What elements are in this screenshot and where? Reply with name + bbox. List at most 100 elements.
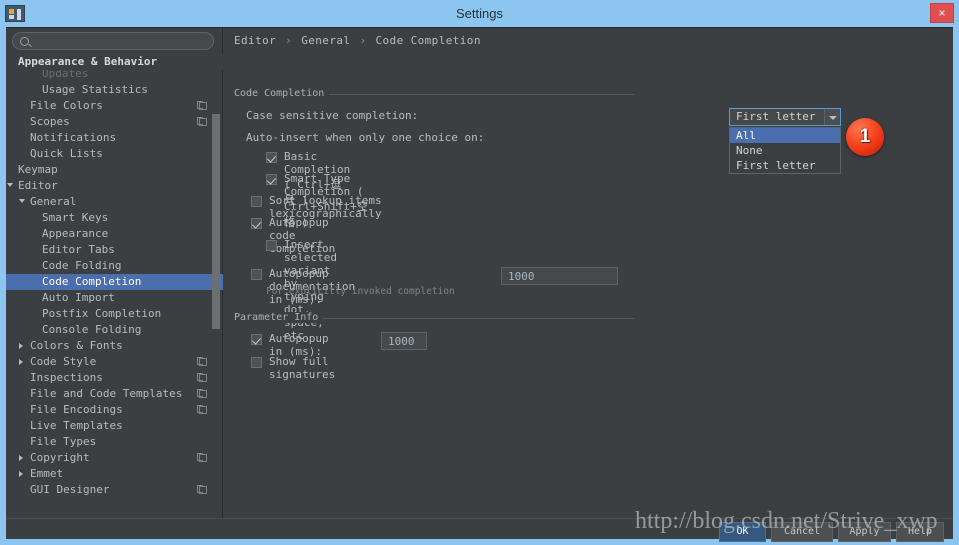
sidebar-item-smart-keys[interactable]: Smart Keys [6, 210, 223, 226]
sidebar-item-label: Code Folding [42, 258, 121, 274]
sidebar-item-label: Copyright [30, 450, 90, 466]
sidebar-item-label: File Types [30, 434, 96, 450]
sidebar-item-live-templates[interactable]: Live Templates [6, 418, 223, 434]
sidebar-item-colors-fonts[interactable]: Colors & Fonts [6, 338, 223, 354]
breadcrumb: Editor › General › Code Completion [234, 34, 481, 47]
sidebar-item-file-colors[interactable]: File Colors [6, 98, 223, 114]
parameter-autopopup-input[interactable] [381, 332, 427, 350]
sidebar-item-notifications[interactable]: Notifications [6, 130, 223, 146]
case-sensitive-combo[interactable]: First letter [729, 108, 841, 126]
breadcrumb-separator-icon: › [283, 34, 294, 47]
chevron-down-icon[interactable] [19, 199, 25, 203]
sidebar-item-code-completion[interactable]: Code Completion [6, 274, 223, 290]
parameter-autopopup-checkbox[interactable] [251, 334, 262, 345]
sidebar-item-label: Usage Statistics [42, 82, 148, 98]
sidebar-item-label: Keymap [18, 162, 58, 178]
sidebar-scrollbar[interactable] [212, 54, 220, 518]
sidebar-item-label: Editor Tabs [42, 242, 115, 258]
autopopup-doc-checkbox[interactable] [251, 269, 262, 280]
sidebar-item-general[interactable]: General [6, 194, 223, 210]
sidebar-item-appearance[interactable]: Appearance [6, 226, 223, 242]
autopopup-doc-input[interactable] [501, 267, 618, 285]
search-box[interactable] [12, 32, 214, 50]
annotation-badge-number: 1 [846, 118, 884, 156]
smart-type-completion-checkbox[interactable] [266, 174, 277, 185]
sidebar-item-gui-designer[interactable]: GUI Designer [6, 482, 223, 498]
sidebar-item-label: General [30, 194, 76, 210]
sidebar-item-label: Emmet [30, 466, 63, 482]
breadcrumb-general[interactable]: General [301, 34, 350, 47]
sidebar-item-keymap[interactable]: Keymap [6, 162, 223, 178]
breadcrumb-separator-icon: › [357, 34, 368, 47]
close-icon[interactable]: × [930, 3, 954, 23]
breadcrumb-editor[interactable]: Editor [234, 34, 276, 47]
settings-tree[interactable]: Appearance & BehaviorUpdatesUsage Statis… [6, 54, 223, 518]
sidebar-item-editor[interactable]: Editor [6, 178, 223, 194]
combo-option-all[interactable]: All [730, 128, 840, 143]
chevron-right-icon[interactable] [19, 343, 23, 349]
search-input[interactable] [35, 34, 205, 48]
annotation-badge-1: 1 [846, 118, 884, 156]
sidebar-item-label: Live Templates [30, 418, 123, 434]
copy-settings-icon[interactable] [199, 102, 207, 110]
combo-option-first-letter[interactable]: First letter [730, 158, 840, 173]
sidebar-item-code-folding[interactable]: Code Folding [6, 258, 223, 274]
sidebar-scrollbar-thumb[interactable] [212, 114, 220, 329]
case-sensitive-combo-popup[interactable]: AllNoneFirst letter [729, 127, 841, 174]
apply-button[interactable]: Apply [838, 522, 891, 542]
show-signatures-checkbox[interactable] [251, 357, 262, 368]
chevron-down-icon[interactable] [7, 183, 13, 187]
sidebar-item-label: File and Code Templates [30, 386, 182, 402]
chevron-right-icon[interactable] [19, 471, 23, 477]
autopopup-code-checkbox[interactable] [251, 218, 262, 229]
sidebar-item-console-folding[interactable]: Console Folding [6, 322, 223, 338]
insert-variant-checkbox[interactable] [266, 240, 277, 251]
chevron-down-icon[interactable] [824, 109, 840, 125]
sidebar-item-code-style[interactable]: Code Style [6, 354, 223, 370]
ok-button[interactable]: OK [719, 522, 766, 542]
group-divider [326, 94, 634, 95]
case-sensitive-label: Case sensitive completion: [246, 109, 418, 122]
autopopup-doc-hint: For explicitly invoked completion [266, 286, 455, 297]
title-bar: Settings × [0, 0, 959, 27]
sidebar-item-file-encodings[interactable]: File Encodings [6, 402, 223, 418]
sidebar-item-copyright[interactable]: Copyright [6, 450, 223, 466]
sidebar-item-appearance-behavior[interactable]: Appearance & Behavior [6, 54, 223, 70]
sidebar-item-label: Colors & Fonts [30, 338, 123, 354]
sidebar-item-usage-statistics[interactable]: Usage Statistics [6, 82, 223, 98]
chevron-right-icon[interactable] [19, 359, 23, 365]
sidebar-item-editor-tabs[interactable]: Editor Tabs [6, 242, 223, 258]
sidebar-item-postfix-completion[interactable]: Postfix Completion [6, 306, 223, 322]
sort-lookup-checkbox[interactable] [251, 196, 262, 207]
sidebar-item-file-types[interactable]: File Types [6, 434, 223, 450]
parameter-info-group-title: Parameter Info [234, 312, 323, 323]
cancel-button[interactable]: Cancel [771, 522, 833, 542]
breadcrumb-code-completion: Code Completion [376, 34, 481, 47]
sidebar-item-inspections[interactable]: Inspections [6, 370, 223, 386]
chevron-right-icon[interactable] [19, 455, 23, 461]
help-button[interactable]: Help [896, 522, 944, 542]
sidebar-item-label: Inspections [30, 370, 103, 386]
sidebar-item-auto-import[interactable]: Auto Import [6, 290, 223, 306]
sidebar-item-label: Code Style [30, 354, 96, 370]
copy-settings-icon[interactable] [199, 118, 207, 126]
copy-settings-icon[interactable] [199, 390, 207, 398]
copy-settings-icon[interactable] [199, 486, 207, 494]
sidebar-item-scopes[interactable]: Scopes [6, 114, 223, 130]
sidebar-item-label: Editor [18, 178, 58, 194]
sidebar-item-file-and-code-templates[interactable]: File and Code Templates [6, 386, 223, 402]
sidebar-item-label: Auto Import [42, 290, 115, 306]
basic-completion-checkbox[interactable] [266, 152, 277, 163]
sidebar-item-label: Appearance & Behavior [18, 54, 157, 70]
combo-option-none[interactable]: None [730, 143, 840, 158]
sidebar-item-label: Smart Keys [42, 210, 108, 226]
code-completion-group-title: Code Completion [234, 88, 329, 99]
copy-settings-icon[interactable] [199, 374, 207, 382]
search-icon [20, 37, 29, 46]
settings-main-panel: Editor › General › Code Completion Code … [224, 28, 953, 518]
sidebar-item-emmet[interactable]: Emmet [6, 466, 223, 482]
copy-settings-icon[interactable] [199, 454, 207, 462]
copy-settings-icon[interactable] [199, 406, 207, 414]
sidebar-item-quick-lists[interactable]: Quick Lists [6, 146, 223, 162]
copy-settings-icon[interactable] [199, 358, 207, 366]
